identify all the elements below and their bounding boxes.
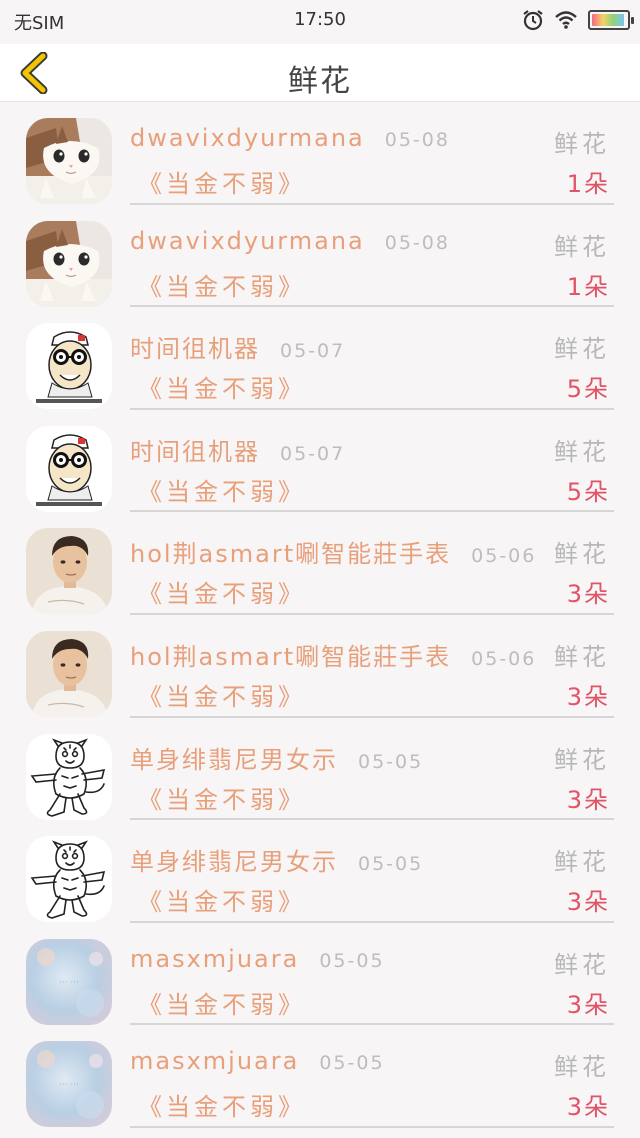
book-title[interactable]: 《当金不弱》 <box>138 780 306 815</box>
sender-name[interactable]: hol荆asmart唰智能莊手表 <box>130 637 451 672</box>
sender-name[interactable]: masxmjuara <box>130 1047 299 1075</box>
book-title[interactable]: 《当金不弱》 <box>138 164 306 199</box>
gift-date: 05-08 <box>384 231 450 254</box>
gift-date: 05-06 <box>471 545 537 568</box>
sender-name[interactable]: 时间徂机器 <box>130 329 260 364</box>
sender-name[interactable]: 单身绯翡尼男女示 <box>130 842 338 877</box>
list-item[interactable]: 时间徂机器 05-07 鲜花 《当金不弱》 5朵 <box>0 410 640 513</box>
blurry-blue-avatar[interactable]: ··· ··· <box>26 938 112 1025</box>
list-item[interactable]: 单身绯翡尼男女示 05-05 鲜花 《当金不弱》 3朵 <box>0 718 640 821</box>
cat-avatar[interactable] <box>26 220 112 307</box>
status-icons <box>522 8 634 32</box>
flower-count: 3朵 <box>566 682 610 711</box>
sender-name[interactable]: masxmjuara <box>130 945 299 973</box>
list-item[interactable]: hol荆asmart唰智能莊手表 05-06 鲜花 《当金不弱》 3朵 <box>0 615 640 718</box>
gift-type-label: 鲜花 <box>554 130 610 158</box>
gift-date: 05-05 <box>319 949 385 972</box>
book-title[interactable]: 《当金不弱》 <box>138 1087 306 1122</box>
book-title[interactable]: 《当金不弱》 <box>138 882 306 917</box>
gift-type-label: 鲜花 <box>554 540 610 569</box>
flower-count: 1朵 <box>566 170 610 198</box>
list-item[interactable]: dwavixdyurmana 05-08 鲜花 《当金不弱》 1朵 <box>0 205 640 308</box>
young-man-avatar[interactable] <box>26 528 112 615</box>
gift-type-label: 鲜花 <box>554 642 610 671</box>
meme-face-avatar[interactable] <box>26 323 112 410</box>
sender-name[interactable]: dwavixdyurmana <box>130 227 365 255</box>
book-title[interactable]: 《当金不弱》 <box>138 267 306 302</box>
flower-count: 3朵 <box>566 990 610 1019</box>
flower-count: 3朵 <box>566 1093 610 1122</box>
page-title: 鲜花 <box>288 64 352 99</box>
flower-count: 3朵 <box>566 888 610 917</box>
cat-avatar[interactable] <box>26 118 112 204</box>
flower-count: 3朵 <box>566 580 610 609</box>
nav-bar: 鲜花 <box>0 44 640 102</box>
gift-date: 05-06 <box>471 647 537 670</box>
sender-name[interactable]: 时间徂机器 <box>130 432 260 467</box>
list-item[interactable]: hol荆asmart唰智能莊手表 05-06 鲜花 《当金不弱》 3朵 <box>0 512 640 615</box>
list-item[interactable]: 时间徂机器 05-07 鲜花 《当金不弱》 5朵 <box>0 307 640 410</box>
battery-icon <box>588 10 634 30</box>
divider <box>130 1125 614 1128</box>
gift-date: 05-05 <box>358 750 424 773</box>
wifi-icon <box>555 11 577 29</box>
flower-count: 1朵 <box>566 272 610 301</box>
gift-type-label: 鲜花 <box>554 1053 610 1082</box>
meme-face-avatar[interactable] <box>26 425 112 512</box>
sender-name[interactable]: dwavixdyurmana <box>130 124 365 152</box>
list-item[interactable]: ··· ··· masxmjuara 05-05 鲜花 《当金不弱》 3朵 <box>0 1025 640 1128</box>
sender-name[interactable]: 单身绯翡尼男女示 <box>130 740 338 775</box>
gift-type-label: 鲜花 <box>554 232 610 261</box>
flower-count: 3朵 <box>566 785 610 814</box>
list-item[interactable]: ··· ··· masxmjuara 05-05 鲜花 《当金不弱》 3朵 <box>0 923 640 1026</box>
gift-date: 05-08 <box>384 129 450 151</box>
young-man-avatar[interactable] <box>26 630 112 717</box>
sender-name[interactable]: hol荆asmart唰智能莊手表 <box>130 534 451 569</box>
alarm-icon <box>523 10 543 31</box>
list-item[interactable]: dwavixdyurmana 05-08 鲜花 《当金不弱》 1朵 <box>0 102 640 205</box>
gift-date: 05-07 <box>280 340 346 363</box>
book-title[interactable]: 《当金不弱》 <box>138 574 306 609</box>
flower-count: 5朵 <box>566 375 610 404</box>
flower-gift-list[interactable]: dwavixdyurmana 05-08 鲜花 《当金不弱》 1朵 dwavix… <box>0 102 640 1128</box>
cartoon-tiger-avatar[interactable] <box>26 733 112 820</box>
blurry-blue-avatar[interactable]: ··· ··· <box>26 1041 112 1128</box>
gift-type-label: 鲜花 <box>554 437 610 466</box>
gift-date: 05-05 <box>319 1052 385 1075</box>
list-item[interactable]: 单身绯翡尼男女示 05-05 鲜花 《当金不弱》 3朵 <box>0 820 640 923</box>
svg-text:··· ···: ··· ··· <box>59 1080 79 1090</box>
flower-count: 5朵 <box>566 477 610 506</box>
cartoon-tiger-avatar[interactable] <box>26 836 112 923</box>
book-title[interactable]: 《当金不弱》 <box>138 472 306 507</box>
book-title[interactable]: 《当金不弱》 <box>138 985 306 1020</box>
status-bar: 无SIM 17:50 <box>0 0 640 40</box>
book-title[interactable]: 《当金不弱》 <box>138 369 306 404</box>
svg-text:··· ···: ··· ··· <box>59 978 79 988</box>
gift-type-label: 鲜花 <box>554 745 610 774</box>
gift-type-label: 鲜花 <box>554 848 610 877</box>
gift-date: 05-05 <box>358 853 424 876</box>
gift-date: 05-07 <box>280 442 346 465</box>
book-title[interactable]: 《当金不弱》 <box>138 677 306 712</box>
gift-type-label: 鲜花 <box>554 335 610 364</box>
gift-type-label: 鲜花 <box>554 950 610 979</box>
